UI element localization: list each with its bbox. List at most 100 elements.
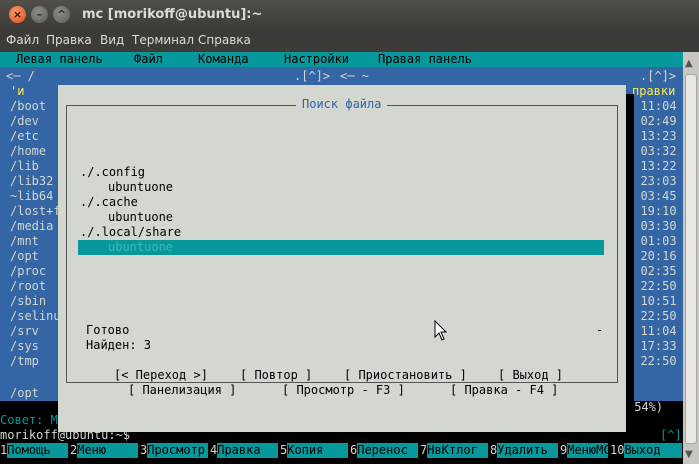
fkey-5[interactable]: 5Копия — [280, 443, 349, 458]
fkey-number: 4 — [210, 443, 218, 457]
left-panel-item[interactable]: /root — [10, 279, 46, 294]
menu-view[interactable]: Вид — [100, 33, 124, 47]
window-title: mc [morikoff@ubuntu]:~ — [82, 7, 263, 22]
fkey-4[interactable]: 4Правка — [210, 443, 279, 458]
prompt-panel-toggle[interactable]: [^] — [660, 428, 682, 443]
left-panel-item[interactable]: /opt — [10, 249, 39, 264]
terminal-menubar: Файл Правка Вид Терминал Справка — [0, 30, 699, 52]
panelize-button[interactable]: [ Панелизация ] — [128, 383, 236, 398]
function-key-bar: 1Помощь 2Меню 3Просмотр 4Правка 5Копия 6Перен… — [0, 443, 683, 458]
left-panel-status: /opt — [10, 386, 39, 400]
left-panel-item[interactable]: /srv — [10, 324, 39, 339]
left-panel-sort-indicator: 'и — [10, 84, 25, 98]
again-button[interactable]: [ Повтор ] — [240, 368, 312, 383]
terminal-area[interactable]: Левая панель Файл Команда Настройки Прав… — [0, 52, 683, 464]
fkey-number: 3 — [140, 443, 148, 457]
fkey-label: Помощь — [7, 443, 69, 458]
fkey-2[interactable]: 2Меню — [70, 443, 139, 458]
left-panel-item[interactable]: /home — [10, 144, 46, 159]
dialog-status: Готово — [86, 323, 130, 337]
scroll-up-icon[interactable]: ▲ — [685, 58, 693, 69]
fkey-10[interactable]: 10Выход — [610, 443, 683, 458]
close-icon: × — [12, 8, 23, 21]
mc-menu-left-panel[interactable]: Левая панель — [16, 52, 103, 67]
result-file[interactable]: ubuntuone — [108, 240, 173, 255]
result-directory[interactable]: ./.cache — [80, 195, 138, 210]
left-panel-item[interactable]: /tmp — [10, 354, 39, 369]
scrollbar-thumb[interactable] — [685, 74, 697, 444]
fkey-label: Копия — [287, 443, 349, 458]
right-panel-header[interactable]: <─ ~ — [340, 69, 369, 84]
mc-menu-command[interactable]: Команда — [198, 52, 249, 67]
menu-terminal[interactable]: Терминал — [132, 33, 194, 47]
fkey-label: Удалить — [497, 443, 559, 458]
close-window-button[interactable]: × — [9, 6, 26, 23]
left-panel-item[interactable]: /mnt — [10, 234, 39, 249]
left-panel-item[interactable]: /sbin — [10, 294, 46, 309]
menu-help[interactable]: Справка — [198, 33, 251, 47]
menu-edit[interactable]: Правка — [46, 33, 92, 47]
left-panel-item[interactable]: /lib32 — [10, 174, 53, 189]
minimize-icon: – — [36, 8, 43, 21]
left-panel-header-controls[interactable]: .[^]> — [294, 69, 330, 84]
result-file[interactable]: ubuntuone — [108, 210, 173, 225]
left-panel-item[interactable]: /selinu — [10, 309, 61, 324]
goto-button[interactable]: [< Переход >] — [114, 368, 208, 383]
left-panel-item[interactable]: /boot — [10, 99, 46, 114]
fkey-label: Перенос — [357, 443, 419, 458]
scroll-down-icon[interactable]: ▼ — [685, 449, 693, 460]
dialog-title: Поиск файла — [296, 97, 388, 112]
fkey-6[interactable]: 6Перенос — [350, 443, 419, 458]
left-panel-item[interactable]: /dev — [10, 114, 39, 129]
minimize-window-button[interactable]: – — [31, 6, 48, 23]
left-panel-item[interactable]: /etc — [10, 129, 39, 144]
mc-menu-file[interactable]: Файл — [134, 52, 163, 67]
fkey-label: МенюMC — [567, 443, 611, 458]
fkey-label: Меню — [77, 443, 139, 458]
mc-menu-settings[interactable]: Настройки — [284, 52, 349, 67]
left-panel-item[interactable]: /proc — [10, 264, 46, 279]
right-panel-column-header: правки — [632, 84, 676, 98]
fkey-number: 2 — [70, 443, 78, 457]
shell-prompt[interactable]: morikoff@ubuntu:~$ — [0, 428, 130, 443]
fkey-label: Просмотр — [147, 443, 209, 458]
view-button[interactable]: [ Просмотр - F3 ] — [282, 383, 405, 398]
result-directory[interactable]: ./.config — [80, 165, 145, 180]
left-panel-item[interactable]: /lost+f — [10, 204, 61, 219]
fkey-number: 9 — [560, 443, 568, 457]
found-count: Найден: 3 — [86, 338, 152, 352]
edit-button[interactable]: [ Правка - F4 ] — [450, 383, 558, 398]
fkey-label: Правка — [217, 443, 279, 458]
menu-file[interactable]: Файл — [6, 33, 39, 47]
left-panel-item[interactable]: ~lib64 — [10, 189, 53, 204]
fkey-number: 7 — [420, 443, 428, 457]
right-panel-header-controls[interactable]: .[^]> — [640, 69, 676, 84]
find-file-dialog: Поиск файла ./.config ubuntuone ./.cache ub… — [58, 85, 626, 432]
terminal-scrollbar[interactable]: ▲ ▼ — [683, 52, 699, 464]
hint-line: Совет: М — [0, 413, 58, 427]
fkey-number: 8 — [490, 443, 498, 457]
result-directory[interactable]: ./.local/share — [80, 225, 181, 240]
mc-menu-right-panel[interactable]: Правая панель — [378, 52, 472, 67]
left-panel-item[interactable]: /media — [10, 219, 53, 234]
maximize-icon: ^ — [56, 8, 67, 21]
fkey-7[interactable]: 7НвКтлог — [420, 443, 489, 458]
fkey-9[interactable]: 9МенюMC — [560, 443, 611, 458]
maximize-window-button[interactable]: ^ — [53, 6, 70, 23]
window-titlebar: × – ^ mc [morikoff@ubuntu]:~ — [0, 0, 699, 30]
left-panel-item[interactable]: /lib — [10, 159, 39, 174]
mc-menubar: Левая панель Файл Команда Настройки Прав… — [0, 52, 683, 67]
suspend-button[interactable]: [ Приостановить ] — [344, 368, 467, 383]
left-panel-header[interactable]: <─ / — [6, 69, 35, 84]
dialog-status-spinner: - — [596, 323, 604, 337]
fkey-label: Выход — [624, 443, 683, 458]
fkey-number: 6 — [350, 443, 358, 457]
fkey-label: НвКтлог — [427, 443, 489, 458]
fkey-3[interactable]: 3Просмотр — [140, 443, 209, 458]
fkey-8[interactable]: 8Удалить — [490, 443, 559, 458]
quit-button[interactable]: [ Выход ] — [498, 368, 563, 383]
fkey-1[interactable]: 1Помощь — [0, 443, 69, 458]
result-file[interactable]: ubuntuone — [108, 180, 173, 195]
fkey-number: 5 — [280, 443, 288, 457]
left-panel-item[interactable]: /sys — [10, 339, 39, 354]
